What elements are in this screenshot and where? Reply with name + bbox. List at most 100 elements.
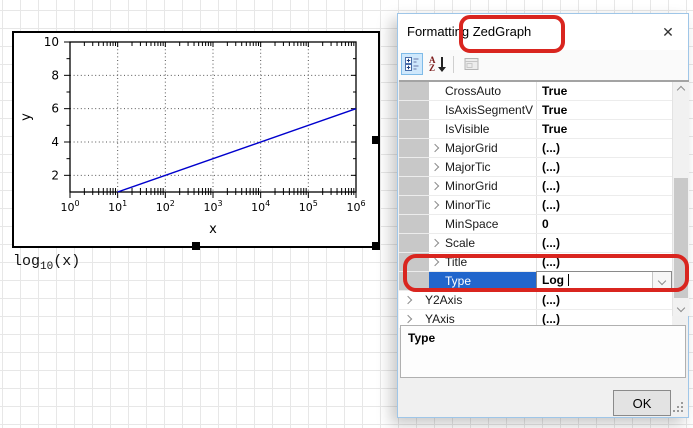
property-name-cell[interactable]: Y2Axis bbox=[399, 291, 536, 309]
property-row-crossauto[interactable]: CrossAuto True bbox=[399, 82, 672, 101]
property-row-scale[interactable]: Scale (...) bbox=[399, 234, 672, 253]
x-tick-label: 105 bbox=[299, 199, 318, 214]
vertical-scrollbar[interactable] bbox=[672, 82, 689, 316]
dialog-titlebar[interactable]: Formatting ZedGraph ✕ bbox=[398, 14, 688, 50]
column-divider[interactable] bbox=[536, 82, 537, 100]
column-divider[interactable] bbox=[536, 158, 537, 176]
indent-margin bbox=[399, 177, 429, 195]
x-tick-label: 106 bbox=[346, 199, 365, 214]
value-combobox[interactable]: Log bbox=[536, 271, 672, 291]
y-axis-title: y bbox=[19, 113, 34, 121]
property-value[interactable]: (...) bbox=[542, 253, 560, 271]
property-name-cell[interactable]: Type bbox=[429, 272, 536, 290]
property-name: Y2Axis bbox=[425, 291, 462, 309]
property-row-minortic[interactable]: MinorTic (...) bbox=[399, 196, 672, 215]
column-divider[interactable] bbox=[536, 101, 537, 119]
zedgraph-control[interactable]: 100101102103104105106246810xy bbox=[12, 31, 380, 248]
chevron-up-icon bbox=[677, 86, 685, 94]
scrollbar-up-button[interactable] bbox=[673, 82, 689, 98]
property-value: Log bbox=[542, 272, 564, 288]
indent-margin bbox=[399, 82, 429, 100]
property-name: IsVisible bbox=[445, 120, 489, 138]
property-name: CrossAuto bbox=[445, 82, 501, 100]
indent-margin bbox=[399, 101, 429, 119]
property-value[interactable]: (...) bbox=[542, 158, 560, 176]
chevron-down-icon bbox=[658, 277, 666, 285]
property-name: Type bbox=[445, 272, 471, 290]
column-divider[interactable] bbox=[536, 291, 537, 309]
y-tick-label: 2 bbox=[51, 168, 59, 182]
indent-margin bbox=[399, 253, 429, 271]
property-value[interactable]: (...) bbox=[542, 196, 560, 214]
property-value[interactable]: 0 bbox=[542, 215, 549, 233]
y-tick-label: 8 bbox=[51, 68, 59, 82]
scrollbar-down-button[interactable] bbox=[673, 300, 689, 316]
property-name-cell[interactable]: Scale bbox=[429, 234, 536, 252]
close-button[interactable]: ✕ bbox=[652, 14, 684, 50]
column-divider[interactable] bbox=[536, 196, 537, 214]
property-grid: CrossAutoTrueIsAxisSegmentVTrueIsVisible… bbox=[399, 80, 689, 316]
categorized-button[interactable] bbox=[401, 53, 423, 75]
combobox-dropdown-button[interactable] bbox=[652, 272, 671, 290]
formula-prefix: log bbox=[13, 253, 40, 270]
alphabetical-sort-icon: A Z bbox=[428, 56, 446, 73]
resize-handle-bottom[interactable] bbox=[192, 242, 200, 250]
property-name-cell[interactable]: MajorTic bbox=[429, 158, 536, 176]
property-name: Title bbox=[445, 253, 467, 271]
property-value[interactable]: True bbox=[542, 101, 567, 119]
property-row-isaxissegmentv[interactable]: IsAxisSegmentV True bbox=[399, 101, 672, 120]
property-row-isvisible[interactable]: IsVisible True bbox=[399, 120, 672, 139]
y-tick-label: 4 bbox=[51, 135, 59, 149]
property-value[interactable]: (...) bbox=[542, 234, 560, 252]
indent-margin bbox=[399, 215, 429, 233]
series-line-log10(x) bbox=[118, 109, 356, 192]
x-tick-label: 101 bbox=[108, 199, 127, 214]
property-row-majorgrid[interactable]: MajorGrid (...) bbox=[399, 139, 672, 158]
x-tick-label: 104 bbox=[251, 199, 270, 214]
column-divider[interactable] bbox=[536, 139, 537, 157]
chart-plot: 100101102103104105106246810xy bbox=[14, 33, 378, 246]
property-name-cell[interactable]: IsAxisSegmentV bbox=[429, 101, 536, 119]
column-divider[interactable] bbox=[536, 234, 537, 252]
scrollbar-thumb[interactable] bbox=[674, 178, 688, 298]
x-tick-label: 100 bbox=[60, 199, 79, 214]
indent-margin bbox=[399, 120, 429, 138]
property-name: IsAxisSegmentV bbox=[445, 101, 533, 119]
column-divider[interactable] bbox=[536, 120, 537, 138]
property-row-minspace[interactable]: MinSpace 0 bbox=[399, 215, 672, 234]
column-divider[interactable] bbox=[536, 253, 537, 271]
column-divider[interactable] bbox=[536, 215, 537, 233]
property-row-type[interactable]: Type Log bbox=[399, 272, 672, 291]
property-name: MajorTic bbox=[445, 158, 491, 176]
property-name-cell[interactable]: MinorTic bbox=[429, 196, 536, 214]
property-name-cell[interactable]: MajorGrid bbox=[429, 139, 536, 157]
formula-suffix: (x) bbox=[53, 253, 80, 270]
property-row-majortic[interactable]: MajorTic (...) bbox=[399, 158, 672, 177]
property-name: MajorGrid bbox=[445, 139, 498, 157]
indent-margin bbox=[399, 272, 429, 290]
property-name: MinSpace bbox=[445, 215, 498, 233]
property-value[interactable]: (...) bbox=[542, 177, 560, 195]
property-value[interactable]: True bbox=[542, 120, 567, 138]
property-name-cell[interactable]: Title bbox=[429, 253, 536, 271]
property-row-title[interactable]: Title (...) bbox=[399, 253, 672, 272]
property-name-cell[interactable]: IsVisible bbox=[429, 120, 536, 138]
curve-formula-label[interactable]: log10(x) bbox=[13, 253, 80, 273]
property-value[interactable]: True bbox=[542, 82, 567, 100]
ok-button[interactable]: OK bbox=[613, 390, 671, 416]
property-name-cell[interactable]: MinSpace bbox=[429, 215, 536, 233]
alphabetical-sort-button[interactable]: A Z bbox=[426, 53, 448, 75]
property-row-y2axis[interactable]: Y2Axis (...) bbox=[399, 291, 672, 310]
property-value[interactable]: (...) bbox=[542, 139, 560, 157]
property-name-cell[interactable]: MinorGrid bbox=[429, 177, 536, 195]
resize-grip-icon[interactable] bbox=[681, 410, 683, 412]
property-name-cell[interactable]: CrossAuto bbox=[429, 82, 536, 100]
property-row-minorgrid[interactable]: MinorGrid (...) bbox=[399, 177, 672, 196]
property-value[interactable]: (...) bbox=[542, 291, 560, 309]
property-name: Scale bbox=[445, 234, 475, 252]
formatting-dialog: Formatting ZedGraph ✕ bbox=[397, 13, 689, 418]
column-divider[interactable] bbox=[536, 177, 537, 195]
resize-handle-bottom-right[interactable] bbox=[372, 242, 380, 250]
resize-handle-right[interactable] bbox=[372, 136, 380, 144]
x-tick-label: 102 bbox=[156, 199, 175, 214]
